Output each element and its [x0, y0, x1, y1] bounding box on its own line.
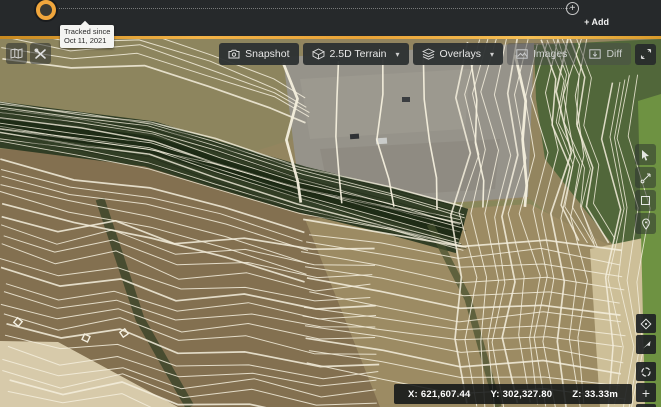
cursor-icon [640, 149, 651, 161]
tooltip-line1: Tracked since [64, 27, 110, 36]
diff-icon [589, 49, 601, 59]
measure-area-button[interactable] [635, 190, 656, 211]
survey-map-app: + Tracked since Oct 11, 2021 + Add Snaps… [0, 0, 661, 407]
timeline-track[interactable] [46, 8, 570, 9]
coordinate-statusbar: X:621,607.44 Y:302,327.80 Z:33.33m [394, 384, 632, 404]
expand-arrows-icon [640, 48, 652, 60]
crossed-tools-icon [34, 48, 47, 60]
map-topleft-tools [6, 43, 51, 64]
overlays-dropdown[interactable]: Overlays ▾ [413, 43, 503, 65]
basemap-button[interactable] [6, 43, 27, 64]
timeline-marker[interactable]: Tracked since Oct 11, 2021 [36, 0, 56, 20]
coordinate-z: Z:33.33m [572, 389, 618, 400]
images-label: Images [533, 48, 567, 60]
nav-spacer [636, 356, 656, 360]
images-button[interactable]: Images [507, 43, 576, 65]
diff-label: Diff [606, 48, 622, 60]
image-icon [516, 49, 528, 59]
terrain-cube-icon [312, 48, 325, 60]
map-pin-icon [641, 218, 651, 230]
tooltip-line2: Oct 11, 2021 [64, 36, 110, 45]
camera-icon [228, 49, 240, 59]
overlays-label: Overlays [440, 48, 481, 60]
locate-button[interactable] [636, 362, 656, 381]
north-arrow-icon [641, 339, 652, 350]
map-canvas [0, 39, 661, 407]
locate-circle-icon [640, 366, 652, 378]
diff-button[interactable]: Diff [580, 43, 631, 65]
terrain-mode-dropdown[interactable]: 2.5D Terrain ▾ [303, 43, 409, 65]
chevron-down-icon: ▾ [490, 50, 494, 59]
coordinate-y: Y:302,327.80 [490, 389, 552, 400]
layers-icon [422, 48, 435, 60]
measure-line-button[interactable] [635, 167, 656, 188]
tracked-since-tooltip: Tracked since Oct 11, 2021 [60, 25, 114, 48]
map-nav-column: + − [636, 314, 656, 407]
select-cursor-button[interactable] [635, 144, 656, 165]
coordinate-x: X:621,607.44 [408, 389, 470, 400]
timeline-add-icon[interactable]: + [566, 2, 579, 15]
compass-diamond-icon [640, 318, 652, 330]
measure-tool-column [635, 144, 656, 234]
chevron-down-icon: ▾ [396, 50, 400, 59]
folded-map-icon [10, 48, 23, 59]
place-marker-button[interactable] [635, 213, 656, 234]
snapshot-button[interactable]: Snapshot [219, 43, 298, 65]
snapshot-label: Snapshot [245, 48, 289, 60]
tools-button[interactable] [30, 43, 51, 64]
polygon-area-icon [640, 195, 651, 206]
zoom-in-button[interactable]: + [636, 383, 656, 402]
view-reset-button[interactable] [636, 314, 656, 333]
pan-mode-button[interactable] [636, 335, 656, 354]
timeline-bar[interactable]: + Tracked since Oct 11, 2021 + Add [0, 0, 661, 36]
map-toolbar: Snapshot 2.5D Terrain ▾ Overlays ▾ Image… [219, 43, 656, 65]
terrain-mode-label: 2.5D Terrain [330, 48, 387, 60]
add-dataset-button[interactable]: + Add [584, 17, 609, 27]
fullscreen-button[interactable] [635, 44, 656, 65]
map-viewport[interactable] [0, 39, 661, 407]
measure-line-icon [640, 172, 652, 184]
